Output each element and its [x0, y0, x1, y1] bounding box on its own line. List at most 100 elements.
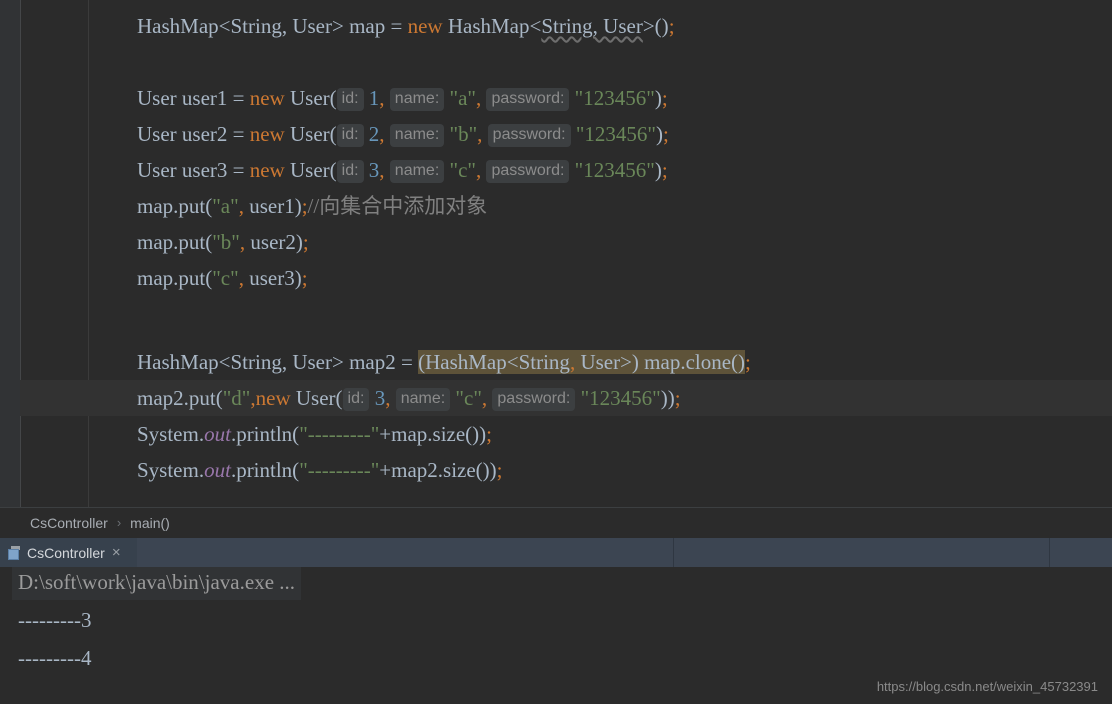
code-token: ; — [301, 266, 308, 290]
code-line[interactable]: System.out.println("---------"+map.size(… — [0, 416, 1112, 452]
code-token: ; — [486, 422, 493, 446]
highlighted-code: (HashMap<String — [418, 350, 570, 374]
code-line-text: User user1 = new User(id: 1, name: "a", … — [137, 80, 668, 116]
code-line-text: User user3 = new User(id: 3, name: "c", … — [137, 152, 668, 188]
console-output-line: ---------3 — [18, 608, 92, 632]
code-token: System. — [137, 422, 205, 446]
code-token: "b" — [212, 230, 240, 254]
code-token: "123456" — [574, 86, 655, 110]
code-token: "---------" — [299, 422, 380, 446]
code-line[interactable]: map2.put("d",new User(id: 3, name: "c", … — [0, 380, 1112, 416]
code-token: user3) — [243, 266, 302, 290]
code-token: User( — [289, 158, 337, 182]
code-token: HashMap<String, User> map2 = — [137, 350, 419, 374]
code-token: "a" — [449, 86, 476, 110]
code-token: "d" — [222, 386, 251, 410]
code-token: ; — [496, 458, 503, 482]
parameter-hint: password: — [486, 160, 570, 183]
code-line-text: System.out.println("---------"+map.size(… — [137, 416, 492, 452]
code-token: ; — [745, 350, 751, 374]
code-token: >() — [642, 14, 669, 38]
breadcrumb[interactable]: CsController › main() — [0, 507, 1112, 537]
highlighted-code: User>) map.clone() — [575, 350, 746, 374]
parameter-hint: name: — [395, 388, 451, 411]
code-token: new — [249, 122, 290, 146]
code-token: "c" — [455, 386, 482, 410]
code-line[interactable]: map.put("a", user1);//向集合中添加对象 — [0, 188, 1112, 224]
code-token: 1 — [368, 86, 380, 110]
code-editor[interactable]: HashMap<String, User> map = new HashMap<… — [0, 0, 1112, 507]
run-config-icon — [8, 545, 21, 560]
code-token: "123456" — [574, 158, 655, 182]
intellij-idea-window: HashMap<String, User> map = new HashMap<… — [0, 0, 1112, 704]
console-command-line[interactable]: D:\soft\work\java\bin\java.exe ... — [12, 567, 302, 600]
code-line-text: HashMap<String, User> map = new HashMap<… — [137, 8, 675, 44]
code-line-text: User user2 = new User(id: 2, name: "b", … — [137, 116, 669, 152]
code-token: ; — [661, 158, 668, 182]
code-token: new — [255, 386, 296, 410]
watermark: https://blog.csdn.net/weixin_45732391 — [876, 679, 1098, 694]
parameter-hint: name: — [389, 88, 445, 111]
run-tab-cscontroller[interactable]: CsController × — [0, 538, 137, 567]
code-token: 3 — [374, 386, 386, 410]
code-token: "---------" — [299, 458, 380, 482]
code-line[interactable]: System.out.println("---------"+map2.size… — [0, 452, 1112, 488]
code-line[interactable]: map.put("b", user2); — [0, 224, 1112, 260]
code-token: 2 — [368, 122, 380, 146]
parameter-hint: id: — [336, 124, 364, 147]
parameter-hint: password: — [487, 124, 571, 147]
chevron-right-icon: › — [116, 515, 122, 530]
tabbar-divider-1 — [673, 538, 674, 567]
code-token: map.put( — [137, 266, 213, 290]
code-token: System. — [137, 458, 205, 482]
code-token: User user3 = — [137, 158, 250, 182]
code-token: User( — [289, 122, 337, 146]
run-tool-window-tabbar[interactable]: CsController × — [0, 538, 1112, 567]
code-token: "c" — [212, 266, 239, 290]
code-token: new — [407, 14, 448, 38]
parameter-hint: name: — [389, 124, 445, 147]
parameter-hint: id: — [336, 88, 364, 111]
run-tab-label: CsController — [27, 544, 105, 561]
code-line[interactable]: map.put("c", user3); — [0, 260, 1112, 296]
code-token: out — [204, 422, 231, 446]
code-line[interactable]: User user2 = new User(id: 2, name: "b", … — [0, 116, 1112, 152]
code-token: "c" — [449, 158, 476, 182]
code-token: "123456" — [575, 122, 656, 146]
code-line-text: map.put("b", user2); — [137, 224, 309, 260]
code-line-text: System.out.println("---------"+map2.size… — [137, 452, 503, 488]
code-token: new — [249, 86, 290, 110]
code-token: HashMap<String, User> map = — [137, 14, 408, 38]
code-token: ; — [668, 14, 675, 38]
code-line[interactable]: User user3 = new User(id: 3, name: "c", … — [0, 152, 1112, 188]
close-icon[interactable]: × — [112, 545, 121, 560]
code-token: user1) — [243, 194, 302, 218]
code-token: ; — [663, 122, 669, 146]
breadcrumb-class[interactable]: CsController — [30, 515, 108, 531]
code-token: User( — [295, 386, 343, 410]
code-line[interactable]: User user1 = new User(id: 1, name: "a", … — [0, 80, 1112, 116]
code-token: ; — [302, 230, 309, 254]
code-token: //向集合中添加对象 — [307, 194, 488, 218]
code-line-text: map2.put("d",new User(id: 3, name: "c", … — [137, 380, 681, 416]
breadcrumb-method[interactable]: main() — [130, 515, 170, 531]
parameter-hint: id: — [336, 160, 364, 183]
code-lines-container[interactable]: HashMap<String, User> map = new HashMap<… — [0, 0, 1112, 507]
code-token: "a" — [212, 194, 239, 218]
console-output-line: ---------4 — [18, 646, 92, 670]
parameter-hint: name: — [389, 160, 445, 183]
code-token: "b" — [449, 122, 478, 146]
code-token: out — [204, 458, 231, 482]
code-token: HashMap< — [447, 14, 542, 38]
code-token: +map2.size()) — [379, 458, 497, 482]
code-line[interactable]: HashMap<String, User> map = new HashMap<… — [0, 8, 1112, 44]
code-line[interactable]: HashMap<String, User> map2 = (HashMap<St… — [0, 344, 1112, 380]
code-line-text: map.put("a", user1);//向集合中添加对象 — [137, 188, 487, 224]
code-token: ) — [656, 122, 663, 146]
code-token: ; — [661, 86, 668, 110]
code-token: ) — [654, 158, 662, 182]
code-token: 3 — [368, 158, 380, 182]
code-token: ) — [654, 86, 662, 110]
